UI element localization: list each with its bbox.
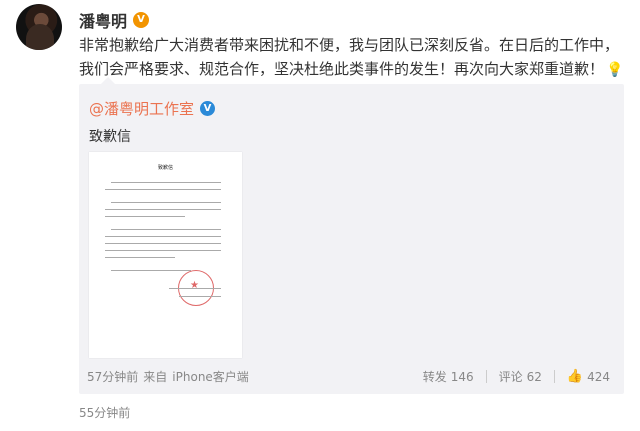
- verified-badge-icon: V: [133, 12, 150, 28]
- source-link[interactable]: iPhone客户端: [172, 368, 249, 385]
- post-author: 潘粤明 V: [79, 8, 150, 32]
- letter-text-line: [105, 243, 221, 244]
- share-label: 转发: [422, 370, 447, 384]
- source-prefix: 来自: [143, 370, 168, 384]
- author-name[interactable]: 潘粤明: [79, 8, 127, 32]
- comment-label: 评论: [498, 370, 523, 384]
- letter-text-line: [111, 270, 191, 271]
- verified-badge-icon: V: [200, 101, 216, 116]
- letter-title: 致歉信: [157, 165, 173, 171]
- letter-text-line: [111, 182, 221, 183]
- post-body: 非常抱歉给广大消费者带来困扰和不便，我与团队已深刻反省。在日后的工作中，我们会严…: [79, 36, 620, 78]
- letter-text-line: [105, 209, 221, 210]
- letter-text-line: [105, 189, 221, 190]
- post-time[interactable]: 55分钟前: [79, 404, 130, 421]
- divider: [485, 370, 487, 383]
- like-count: 424: [587, 369, 610, 384]
- share-button[interactable]: 转发 146: [423, 368, 474, 385]
- divider: [553, 370, 555, 383]
- letter-text-line: [111, 202, 221, 203]
- letter-text-line: [105, 236, 221, 237]
- share-count: 146: [450, 369, 474, 384]
- comment-count: 62: [526, 369, 542, 384]
- letter-text-line: [105, 257, 175, 258]
- repost-card[interactable]: @潘粤明工作室 V 致歉信 致歉信 57分钟前 来自 iPhone客户端 转发 …: [79, 84, 624, 394]
- letter-text-line: [169, 288, 221, 289]
- letter-text-line: [111, 229, 221, 230]
- letter-text-line: [105, 250, 221, 251]
- thumbs-up-icon: 👍: [566, 369, 584, 384]
- apology-letter-image[interactable]: 致歉信: [89, 152, 242, 358]
- comment-button[interactable]: 评论 62: [499, 368, 542, 385]
- like-button[interactable]: 👍 424: [567, 369, 610, 384]
- letter-text-line: [179, 296, 221, 297]
- repost-text: 致歉信: [89, 129, 131, 145]
- bulb-emoji-icon: 💡: [606, 62, 624, 78]
- repost-author-name[interactable]: @潘粤明工作室: [89, 98, 194, 119]
- avatar[interactable]: [16, 4, 62, 50]
- repost-author: @潘粤明工作室 V: [89, 98, 216, 119]
- repost-time[interactable]: 57分钟前: [87, 368, 138, 385]
- repost-meta: 57分钟前 来自 iPhone客户端: [87, 368, 249, 385]
- letter-text-line: [105, 216, 185, 217]
- repost-actions: 转发 146 评论 62 👍 424: [423, 368, 610, 385]
